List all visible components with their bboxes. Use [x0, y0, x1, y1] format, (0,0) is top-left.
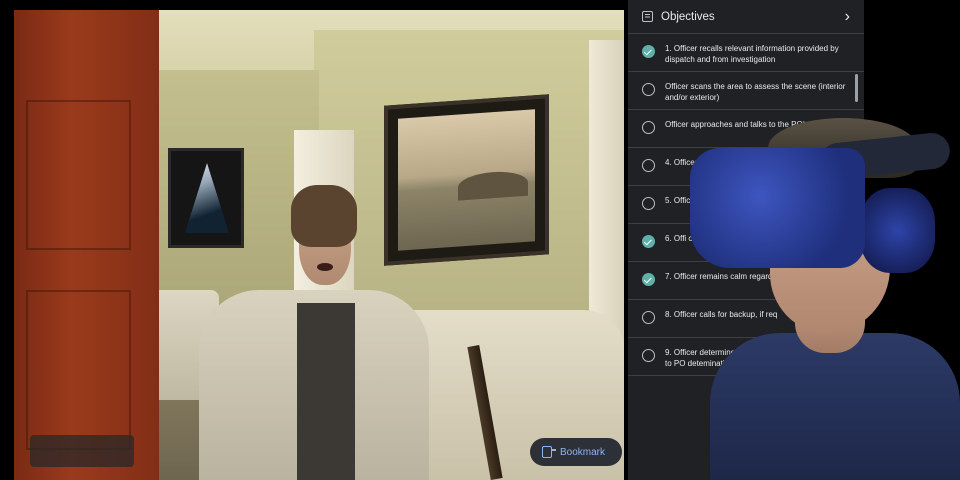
empty-circle-icon[interactable] [642, 349, 655, 362]
objective-text: Officer scans the area to assess the sce… [665, 82, 846, 102]
room-door [14, 10, 159, 480]
vr-headset-user [690, 118, 960, 480]
empty-circle-icon[interactable] [642, 197, 655, 210]
vr-scene-video: Bookmark [14, 10, 624, 480]
scene-control-button[interactable] [30, 435, 134, 467]
bookmark-button[interactable]: Bookmark [530, 438, 622, 466]
chevron-right-icon[interactable]: › [845, 8, 850, 26]
check-circle-icon[interactable] [642, 273, 655, 286]
objective-item[interactable]: 1. Officer recalls relevant information … [628, 34, 864, 72]
empty-circle-icon[interactable] [642, 83, 655, 96]
scene-character [199, 185, 429, 480]
objectives-header: Objectives › [628, 0, 864, 34]
empty-circle-icon[interactable] [642, 311, 655, 324]
objective-text: 1. Officer recalls relevant information … [665, 44, 839, 64]
bookmark-add-icon [542, 446, 556, 458]
empty-circle-icon[interactable] [642, 121, 655, 134]
list-icon [642, 11, 653, 22]
check-circle-icon[interactable] [642, 45, 655, 58]
check-circle-icon[interactable] [642, 235, 655, 248]
bookmark-label: Bookmark [560, 446, 606, 458]
objectives-title: Objectives [661, 10, 715, 23]
vr-headset [690, 148, 865, 268]
objective-item[interactable]: Officer scans the area to assess the sce… [628, 72, 864, 110]
empty-circle-icon[interactable] [642, 159, 655, 172]
